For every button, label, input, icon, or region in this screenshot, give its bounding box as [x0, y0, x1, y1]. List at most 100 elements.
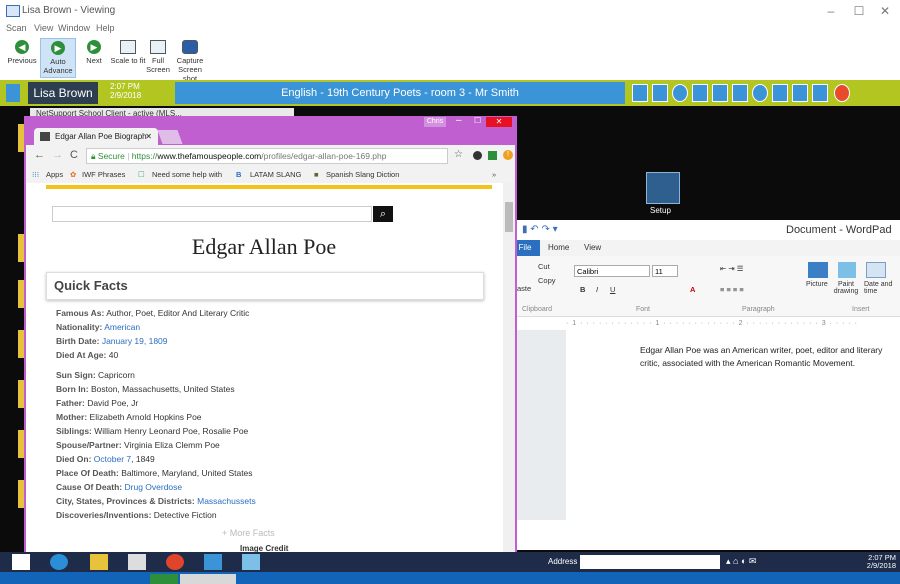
fact-value: Capricorn [98, 370, 135, 380]
extension-icon[interactable] [473, 151, 482, 160]
chrome-close-button[interactable]: ✕ [486, 117, 512, 127]
tab-close-icon[interactable]: ✕ [145, 128, 152, 145]
back-icon[interactable]: ← [34, 149, 45, 161]
underline-icon[interactable]: U [610, 285, 615, 294]
paint-icon[interactable] [838, 262, 856, 278]
fact-label: Discoveries/Inventions: [56, 510, 152, 520]
quick-access-toolbar[interactable]: ▮ ↶ ↷ ▾ [522, 224, 558, 235]
full-screen-button[interactable]: Full Screen [140, 38, 176, 78]
align-icon[interactable]: ≡ ≡ ≡ ≡ [720, 285, 744, 294]
more-bookmarks-icon[interactable]: » [492, 167, 496, 183]
fact-row: Spouse/Partner: Virginia Eliza Clemm Poe [56, 440, 220, 450]
picture-icon[interactable] [808, 262, 828, 278]
taskbar-app-icon[interactable] [180, 574, 236, 584]
start-icon[interactable] [12, 554, 30, 570]
page-scrollbar[interactable] [503, 183, 515, 553]
indent-icon[interactable]: ⇤ ⇥ ☰ [720, 264, 743, 273]
fact-link[interactable]: Massachussets [197, 496, 256, 506]
local-taskbar [0, 572, 900, 584]
font-family-select[interactable]: Calibri [574, 265, 650, 277]
fact-value: William Henry Leonard Poe, Rosalie Poe [94, 426, 249, 436]
bookmark-spanish-slang[interactable]: Spanish Slang Diction [326, 167, 399, 183]
reload-icon[interactable]: C [70, 149, 78, 161]
fact-row: Birth Date: January 19, 1809 [56, 336, 168, 346]
bookmark-star-icon[interactable]: ☆ [454, 149, 463, 160]
fact-link[interactable]: October 7 [94, 454, 131, 464]
printer-icon[interactable] [732, 84, 748, 102]
web-icon[interactable] [672, 84, 688, 102]
fact-row: Mother: Elizabeth Arnold Hopkins Poe [56, 412, 202, 422]
system-tray-icons[interactable]: ▴ ⌂ ◐ ✉ [726, 556, 756, 567]
chrome-maximize-button[interactable]: ☐ [474, 116, 481, 125]
capture-screenshot-button[interactable]: Capture Screen shot [172, 38, 208, 83]
cut-button[interactable]: Cut [538, 262, 550, 271]
date-time-button[interactable]: Date and time [864, 281, 898, 295]
fact-link[interactable]: American [104, 322, 140, 332]
bookmark-iwf-phrases[interactable]: IWF Phrases [82, 167, 125, 183]
fact-label: Birth Date: [56, 336, 100, 346]
insert-picture-button[interactable]: Picture [806, 281, 828, 288]
menu-window[interactable]: Window [58, 23, 90, 33]
bookmark-icon: B [236, 170, 242, 179]
scrollbar-thumb[interactable] [505, 202, 513, 232]
setup-icon[interactable] [646, 172, 680, 204]
bold-icon[interactable]: B [580, 285, 585, 294]
app-icon[interactable] [128, 554, 146, 570]
system-clock[interactable]: 2:07 PM 2/9/2018 [846, 554, 896, 570]
session-menu-icon[interactable] [6, 84, 20, 102]
file-explorer-icon[interactable] [90, 554, 108, 570]
next-button[interactable]: ▶ Next [76, 38, 112, 78]
browser-tab[interactable]: Edgar Allan Poe Biograph ✕ [34, 128, 158, 145]
extension-icon[interactable] [488, 151, 497, 160]
italic-icon[interactable]: I [596, 285, 598, 294]
ie-icon[interactable] [50, 554, 68, 570]
bookmark-need-help[interactable]: Need some help with [152, 167, 222, 183]
paint-drawing-button[interactable]: Paint drawing [830, 281, 862, 295]
flag-icon[interactable] [772, 84, 788, 102]
menu-help[interactable]: Help [96, 23, 115, 33]
class-title: English - 19th Century Poets - room 3 - … [175, 82, 625, 104]
chrome-profile-name[interactable]: Chris [424, 117, 446, 127]
lock-icon[interactable] [632, 84, 648, 102]
warning-icon[interactable]: ! [503, 150, 513, 160]
minimize-button[interactable]: – [818, 3, 844, 19]
site-search-input[interactable] [52, 206, 372, 222]
window-icon[interactable] [792, 84, 808, 102]
tab-view[interactable]: View [584, 243, 601, 252]
chrome-minimize-button[interactable]: – [456, 115, 462, 126]
auto-advance-button[interactable]: ▶ Auto Advance [40, 38, 76, 78]
forward-icon[interactable]: → [52, 149, 63, 161]
chart-icon[interactable] [652, 84, 668, 102]
bookmark-latam-slang[interactable]: LATAM SLANG [250, 167, 301, 183]
monitor-icon[interactable] [712, 84, 728, 102]
maximize-button[interactable]: ☐ [846, 3, 872, 19]
taskbar-app-icon[interactable] [150, 574, 178, 584]
help-lifebuoy-icon[interactable] [834, 84, 850, 102]
menu-scan[interactable]: Scan [6, 23, 27, 33]
fact-link[interactable]: January 19, 1809 [102, 336, 168, 346]
font-size-select[interactable]: 11 [652, 265, 678, 277]
calendar-icon[interactable] [866, 262, 886, 278]
wordpad-icon[interactable] [242, 554, 260, 570]
address-bar[interactable]: 🔒︎ Secure | https://www.thefamouspeople.… [86, 148, 448, 164]
search-icon[interactable]: ⌕ [373, 206, 393, 222]
netsupport-icon[interactable] [204, 554, 222, 570]
fact-label: Born In: [56, 384, 89, 394]
fact-label: Died At Age: [56, 350, 107, 360]
previous-button[interactable]: ◀ Previous [4, 38, 40, 78]
globe-icon[interactable] [752, 84, 768, 102]
bookmark-apps[interactable]: Apps [46, 167, 63, 183]
address-toolbar-input[interactable] [580, 555, 720, 569]
more-facts-link[interactable]: + More Facts [222, 528, 275, 538]
font-color-icon[interactable]: A [690, 285, 695, 294]
menu-view[interactable]: View [34, 23, 53, 33]
document-text[interactable]: Edgar Allan Poe was an American writer, … [640, 344, 896, 370]
tab-home[interactable]: Home [548, 243, 569, 252]
close-button[interactable]: ✕ [872, 3, 898, 19]
fact-link[interactable]: Drug Overdose [125, 482, 183, 492]
chat-icon[interactable] [812, 84, 828, 102]
apps-icon[interactable] [692, 84, 708, 102]
copy-button[interactable]: Copy [538, 276, 556, 285]
fact-row: Famous As: Author, Poet, Editor And Lite… [56, 308, 249, 318]
chrome-icon[interactable] [166, 554, 184, 570]
